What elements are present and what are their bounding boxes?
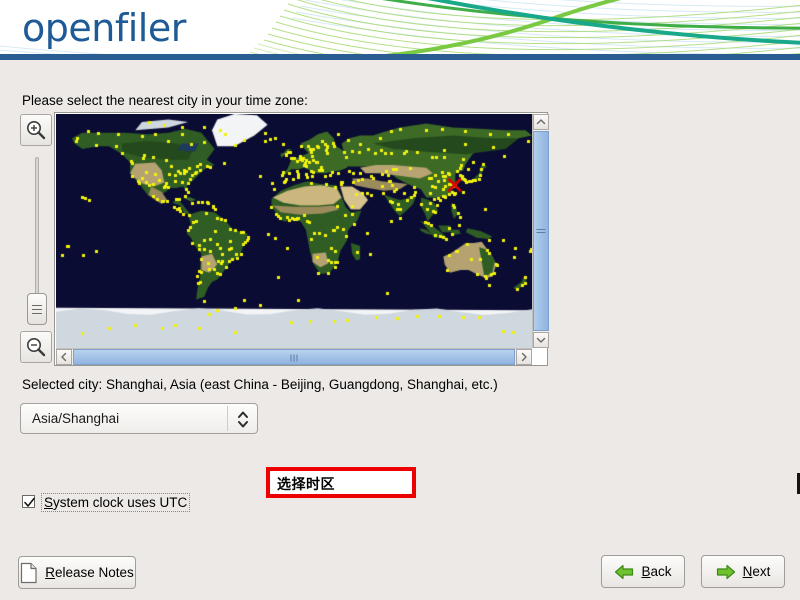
utc-label-rest: ystem clock uses UTC: [53, 495, 187, 510]
instruction-text: Please select the nearest city in your t…: [22, 93, 308, 108]
zoom-out-button[interactable]: [20, 331, 52, 363]
back-label: Back: [641, 564, 671, 579]
chevron-right-icon: [517, 350, 531, 364]
chevron-down-icon: [534, 333, 548, 347]
release-notes-rest: elease Notes: [55, 565, 134, 580]
combobox-separator: [227, 406, 228, 431]
scroll-right-button[interactable]: [516, 349, 532, 365]
utc-checkbox[interactable]: [22, 495, 35, 508]
scroll-left-button[interactable]: [56, 349, 72, 365]
release-notes-label: Release Notes: [45, 565, 134, 580]
annotation-text: 选择时区: [277, 474, 335, 494]
world-map-image[interactable]: [56, 114, 532, 348]
banner-divider: [0, 54, 800, 60]
chevron-left-icon: [57, 350, 71, 364]
map-frame: [54, 112, 548, 366]
installer-content-pane: Please select the nearest city in your t…: [0, 61, 800, 600]
next-accel: N: [743, 564, 753, 579]
utc-checkbox-label[interactable]: System clock uses UTC: [41, 493, 190, 512]
utc-label-accel: S: [44, 495, 53, 510]
magnifier-plus-icon: [25, 119, 47, 141]
header-banner: openfiler: [0, 0, 800, 60]
next-button[interactable]: Next: [701, 555, 785, 588]
timezone-map-widget: [20, 112, 548, 366]
openfiler-logo: openfiler: [22, 6, 186, 50]
arrow-right-icon: [716, 564, 736, 580]
map-horizontal-scrollbar-thumb[interactable]: [73, 349, 515, 365]
timezone-select-value: Asia/Shanghai: [32, 411, 119, 426]
timezone-select[interactable]: Asia/Shanghai: [20, 403, 258, 434]
scroll-up-button[interactable]: [533, 114, 549, 130]
arrow-left-icon: [614, 564, 634, 580]
checkmark-icon: [24, 497, 35, 508]
chevron-up-icon: [534, 115, 548, 129]
map-vertical-scrollbar-thumb[interactable]: [533, 131, 549, 331]
next-label: Next: [743, 564, 771, 579]
document-icon: [20, 562, 38, 584]
selected-city-label: Selected city: Shanghai, Asia (east Chin…: [22, 377, 498, 392]
map-viewport[interactable]: [56, 114, 532, 348]
zoom-in-button[interactable]: [20, 114, 52, 146]
map-horizontal-scrollbar[interactable]: [56, 348, 532, 365]
map-vertical-scrollbar[interactable]: [532, 114, 549, 348]
map-zoom-slider-handle[interactable]: [27, 293, 47, 325]
annotation-callout-box: 选择时区: [266, 467, 416, 498]
chevron-up-down-icon[interactable]: [236, 409, 250, 433]
release-notes-accel: R: [45, 565, 55, 580]
back-rest: ack: [651, 564, 672, 579]
scroll-down-button[interactable]: [533, 332, 549, 348]
magnifier-minus-icon: [25, 336, 47, 358]
release-notes-button[interactable]: Release Notes: [18, 556, 136, 589]
back-button[interactable]: Back: [601, 555, 685, 588]
next-rest: ext: [752, 564, 770, 579]
back-accel: B: [641, 564, 650, 579]
